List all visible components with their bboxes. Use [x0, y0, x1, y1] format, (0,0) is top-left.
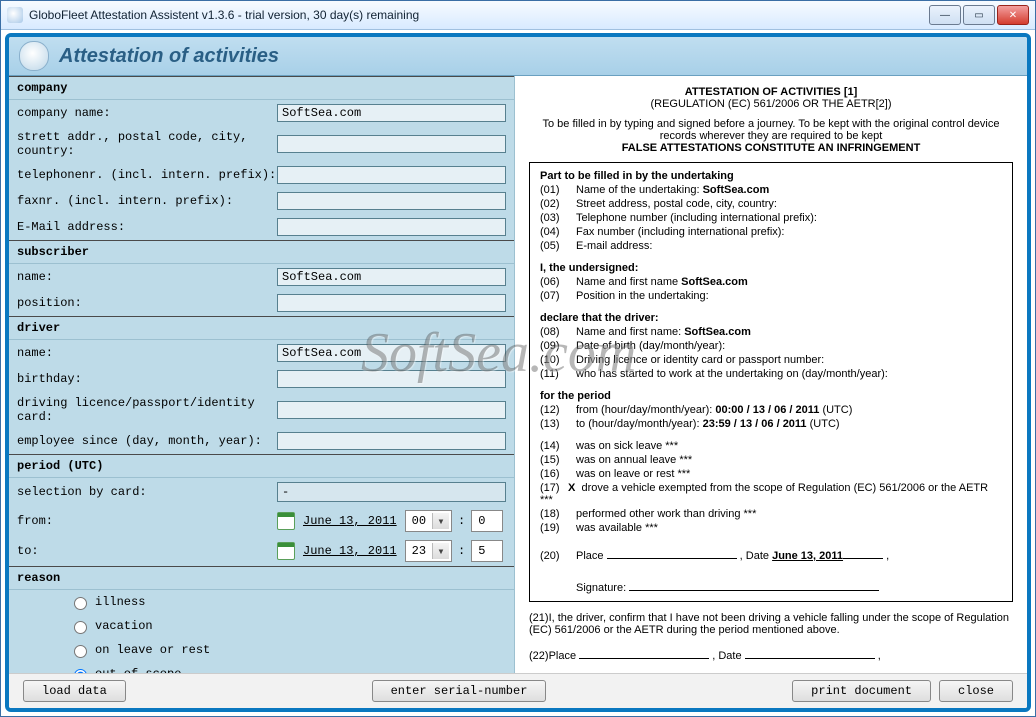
section-company: company	[9, 76, 514, 100]
driver-licence-input[interactable]	[277, 401, 506, 419]
label-drv-bday: birthday:	[17, 372, 277, 386]
label-drv-name: name:	[17, 346, 277, 360]
phone-input[interactable]	[277, 166, 506, 184]
doc-h2: (REGULATION (EC) 561/2006 OR THE AETR[2]…	[529, 98, 1013, 110]
from-min-combo[interactable]: 0	[471, 510, 503, 532]
form-panel: company company name: strett addr., post…	[9, 76, 515, 673]
doc-intro2: FALSE ATTESTATIONS CONSTITUTE AN INFRING…	[622, 142, 921, 154]
window-controls: — ▭ ✕	[929, 5, 1029, 25]
app-window: GloboFleet Attestation Assistent v1.3.6 …	[0, 0, 1036, 717]
label-sub-pos: position:	[17, 296, 277, 310]
window-title: GloboFleet Attestation Assistent v1.3.6 …	[29, 8, 929, 22]
section-driver: driver	[9, 316, 514, 340]
label-fax: faxnr. (incl. intern. prefix):	[17, 194, 277, 208]
driver-name-input[interactable]	[277, 344, 506, 362]
section-reason: reason	[9, 566, 514, 590]
section-period: period (UTC)	[9, 454, 514, 478]
footer: load data enter serial-number print docu…	[9, 673, 1027, 708]
label-drv-since: employee since (day, month, year):	[17, 434, 277, 448]
enter-serial-button[interactable]: enter serial-number	[372, 680, 547, 702]
close-window-button[interactable]: ✕	[997, 5, 1029, 25]
from-date[interactable]: June 13, 2011	[303, 514, 397, 528]
subscriber-position-input[interactable]	[277, 294, 506, 312]
label-to: to:	[17, 544, 277, 558]
label-sub-name: name:	[17, 270, 277, 284]
form-scroll[interactable]: company company name: strett addr., post…	[9, 76, 514, 673]
app-logo-icon	[19, 41, 49, 71]
to-min-combo[interactable]: 5	[471, 540, 503, 562]
label-street: strett addr., postal code, city, country…	[17, 130, 277, 158]
driver-since-input[interactable]	[277, 432, 506, 450]
minimize-button[interactable]: —	[929, 5, 961, 25]
fax-input[interactable]	[277, 192, 506, 210]
chevron-down-icon: ▾	[432, 543, 449, 559]
calendar-to-icon[interactable]	[277, 542, 295, 560]
company-name-input[interactable]	[277, 104, 506, 122]
label-drv-lic: driving licence/passport/identity card:	[17, 396, 277, 424]
reason-illness-radio[interactable]	[74, 597, 87, 610]
email-input[interactable]	[277, 218, 506, 236]
from-hour-combo[interactable]: 00▾	[405, 510, 452, 532]
reason-vacation-radio[interactable]	[74, 621, 87, 634]
doc-h1: ATTESTATION OF ACTIVITIES [1]	[685, 86, 858, 98]
print-document-button[interactable]: print document	[792, 680, 931, 702]
main-body: company company name: strett addr., post…	[9, 76, 1027, 673]
label-company-name: company name:	[17, 106, 277, 120]
label-sel-card: selection by card:	[17, 485, 277, 499]
driver-birthday-input[interactable]	[277, 370, 506, 388]
calendar-from-icon[interactable]	[277, 512, 295, 530]
doc-intro1: To be filled in by typing and signed bef…	[529, 118, 1013, 142]
maximize-button[interactable]: ▭	[963, 5, 995, 25]
label-phone: telephonenr. (incl. intern. prefix):	[17, 168, 277, 182]
subscriber-name-input[interactable]	[277, 268, 506, 286]
reason-leave-radio[interactable]	[74, 645, 87, 658]
label-from: from:	[17, 514, 277, 528]
doc-box: Part to be filled in by the undertaking …	[529, 162, 1013, 602]
close-button[interactable]: close	[939, 680, 1013, 702]
titlebar: GloboFleet Attestation Assistent v1.3.6 …	[1, 1, 1035, 30]
section-subscriber: subscriber	[9, 240, 514, 264]
street-input[interactable]	[277, 135, 506, 153]
load-data-button[interactable]: load data	[23, 680, 126, 702]
to-hour-combo[interactable]: 23▾	[405, 540, 452, 562]
page-title: Attestation of activities	[59, 45, 279, 68]
label-email: E-Mail address:	[17, 220, 277, 234]
app-frame: Attestation of activities company compan…	[5, 33, 1031, 712]
to-date[interactable]: June 13, 2011	[303, 544, 397, 558]
document-preview: ATTESTATION OF ACTIVITIES [1] (REGULATIO…	[515, 76, 1027, 673]
app-icon	[7, 7, 23, 23]
chevron-down-icon: ▾	[432, 513, 449, 529]
card-selector[interactable]: -	[277, 482, 506, 502]
app-header: Attestation of activities	[9, 37, 1027, 76]
